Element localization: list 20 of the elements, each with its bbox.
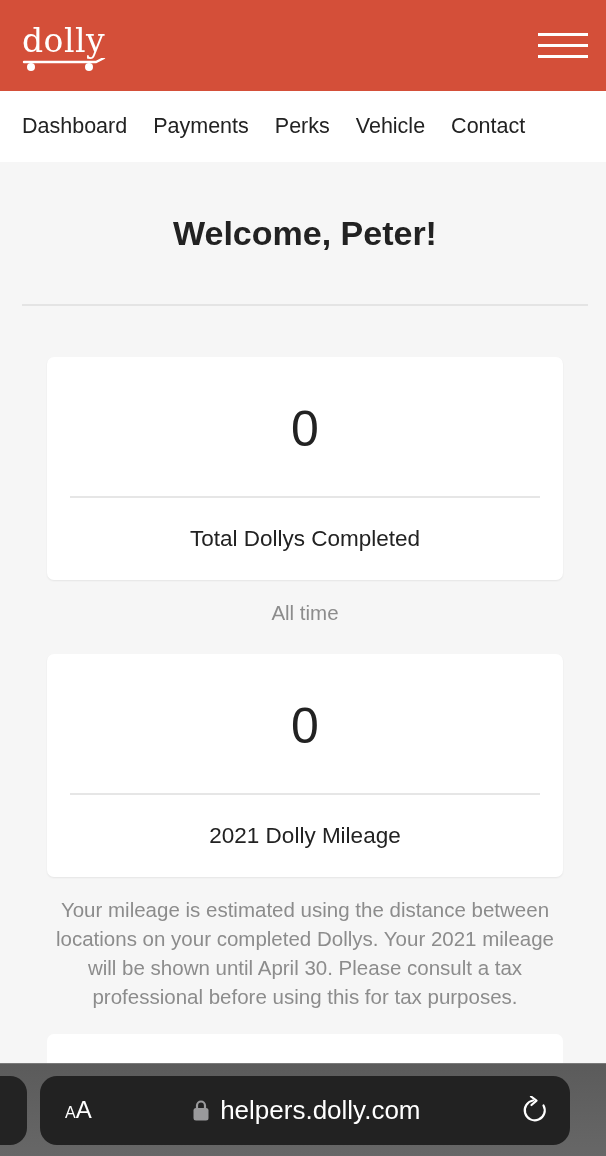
stat-value: 0 xyxy=(290,697,320,756)
stat-value: 0 xyxy=(290,400,320,459)
nav-link[interactable]: Vehicle xyxy=(355,114,426,139)
stat-caption: Your mileage is estimated using the distance between locations on your completed Dollys. Your 2021 mileage will be shown until April 30. Please consult a tax professional before using this for tax purposes. xyxy=(55,897,555,1010)
nav-link[interactable]: Contact xyxy=(451,114,526,139)
welcome-title: Welcome, Peter! xyxy=(172,213,438,253)
lock-icon xyxy=(193,1099,210,1121)
text-size-button[interactable]: AA xyxy=(65,1096,92,1124)
nav-link[interactable]: Perks xyxy=(274,114,330,139)
address-bar[interactable]: AA helpers.dolly.com xyxy=(40,1075,570,1145)
url-text: helpers.dolly.com xyxy=(220,1094,421,1126)
tab-pill[interactable] xyxy=(0,1075,27,1145)
stat-label: 2021 Dolly Mileage xyxy=(208,822,402,850)
nav-link[interactable]: Payments xyxy=(153,114,249,139)
reload-icon[interactable] xyxy=(522,1096,548,1124)
logo-link[interactable]: dolly xyxy=(22,25,112,72)
stat-label: Total Dollys Completed xyxy=(188,525,422,553)
stat-caption: All time xyxy=(270,600,340,626)
nav-link[interactable]: Dashboard xyxy=(22,114,128,139)
menu-icon[interactable] xyxy=(538,33,588,58)
